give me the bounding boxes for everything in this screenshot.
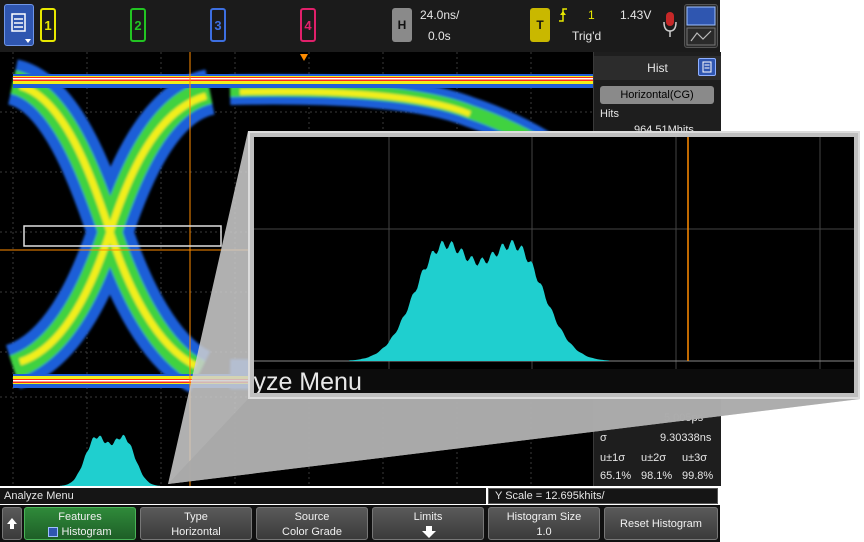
channel-2-button[interactable]: 2 bbox=[130, 8, 146, 42]
channel-1-button[interactable]: 1 bbox=[40, 8, 56, 42]
trigger-status: Trig'd bbox=[572, 29, 602, 43]
mean-value: 5.005ps bbox=[664, 412, 704, 424]
time-per-div: 24.0ns/ bbox=[420, 8, 460, 22]
zoomed-analyze-label: alyze Menu bbox=[254, 369, 854, 393]
sigma-2-value: 98.1% bbox=[641, 470, 673, 482]
sigma-1-header: u±1σ bbox=[600, 452, 626, 464]
zoomed-histogram bbox=[254, 137, 854, 369]
hits-label: Hits bbox=[600, 108, 619, 120]
back-button[interactable] bbox=[2, 507, 22, 540]
up-arrow-icon bbox=[7, 518, 17, 529]
analyze-menu-label: Analyze Menu bbox=[0, 488, 486, 504]
sigma-3-value: 99.8% bbox=[682, 470, 714, 482]
horizontal-delay: 0.0s bbox=[428, 29, 451, 43]
microphone-icon[interactable] bbox=[662, 10, 678, 40]
trigger-position-marker bbox=[300, 54, 308, 61]
sigma-2-header: u±2σ bbox=[641, 452, 667, 464]
zoomed-histogram-display bbox=[254, 137, 854, 369]
features-softkey[interactable]: Features Histogram bbox=[24, 507, 136, 540]
histogram-zoom-inset: alyze Menu bbox=[248, 131, 860, 399]
type-softkey[interactable]: Type Horizontal bbox=[140, 507, 252, 540]
menu-button[interactable] bbox=[4, 4, 34, 46]
trigger-level: 1.43V bbox=[620, 8, 652, 22]
sigma-label: σ bbox=[600, 432, 607, 444]
horizontal-badge[interactable]: H bbox=[392, 8, 412, 42]
checkbox-icon bbox=[48, 527, 59, 538]
y-scale-readout: Y Scale = 12.695khits/ bbox=[488, 488, 718, 504]
menu-icon bbox=[11, 13, 31, 43]
trigger-badge[interactable]: T bbox=[530, 8, 550, 42]
zoomed-histogram-plot bbox=[349, 240, 609, 361]
trigger-source: 1 bbox=[588, 8, 595, 22]
status-bar: 1 2 3 4 H 24.0ns/ 0.0s T 1 1.43V Trig'd bbox=[0, 0, 720, 53]
panel-menu-icon bbox=[702, 61, 712, 73]
source-softkey[interactable]: Source Color Grade bbox=[256, 507, 368, 540]
softkey-bar: Features Histogram Type Horizontal Sourc… bbox=[0, 505, 720, 542]
display-mode-button[interactable] bbox=[684, 4, 718, 48]
sigma-3-header: u±3σ bbox=[682, 452, 708, 464]
display-mode-icon bbox=[686, 6, 716, 46]
channel-3-button[interactable]: 3 bbox=[210, 8, 226, 42]
histogram-plot bbox=[60, 434, 160, 486]
limits-softkey[interactable]: Limits bbox=[372, 507, 484, 540]
histogram-size-softkey[interactable]: Histogram Size 1.0 bbox=[488, 507, 600, 540]
submenu-arrow-icon bbox=[422, 526, 436, 538]
trigger-edge-icon bbox=[559, 8, 567, 22]
sigma-value: 9.30338ns bbox=[660, 432, 712, 444]
histogram-source-button[interactable]: Horizontal(CG) bbox=[600, 86, 714, 104]
panel-close-button[interactable] bbox=[698, 58, 716, 76]
reset-histogram-softkey[interactable]: Reset Histogram bbox=[604, 507, 718, 540]
channel-4-button[interactable]: 4 bbox=[300, 8, 316, 42]
sigma-1-value: 65.1% bbox=[600, 470, 632, 482]
